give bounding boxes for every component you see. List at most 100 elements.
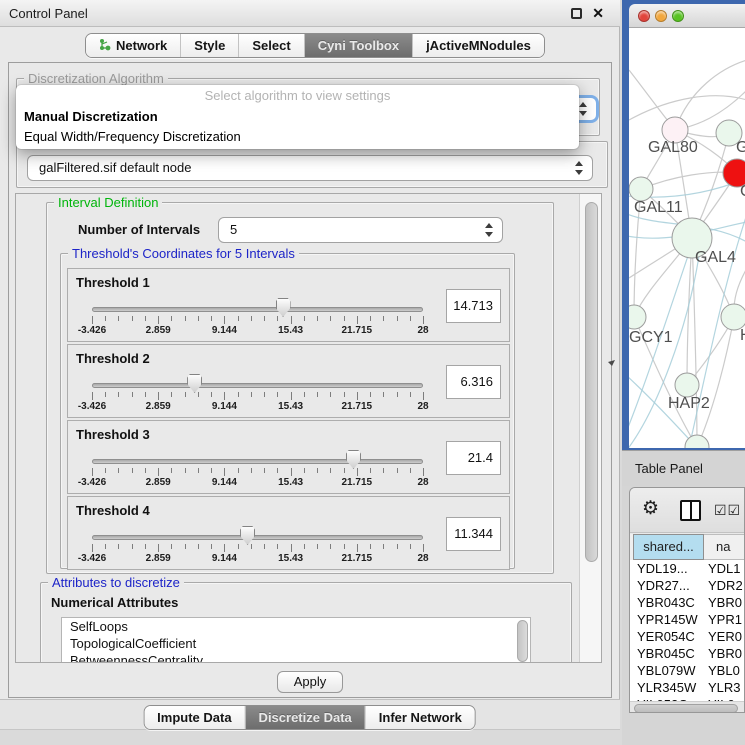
slider-tick: [277, 544, 278, 549]
slider-tick: [397, 468, 398, 473]
table-data-combobox[interactable]: galFiltered.sif default node: [27, 155, 593, 181]
table-row[interactable]: YDR27... YDR2: [630, 577, 745, 594]
table-row[interactable]: YDL19... YDL1: [630, 560, 745, 577]
slider-tick: [105, 468, 106, 473]
slider-tick: [92, 316, 93, 324]
threshold-slider-thumb[interactable]: [187, 374, 202, 393]
slider-tick: [264, 392, 265, 397]
select-columns-icon[interactable]: ☑☑: [714, 502, 741, 519]
float-window-icon[interactable]: [571, 8, 582, 19]
threshold-value-field[interactable]: 21.4: [446, 441, 501, 475]
slider-tick: [397, 544, 398, 549]
minimize-traffic-light[interactable]: [655, 10, 667, 22]
slider-tick: [397, 392, 398, 397]
attribute-list-item[interactable]: BetweennessCentrality: [62, 652, 530, 663]
apply-button[interactable]: Apply: [277, 671, 343, 693]
network-node-gcy1[interactable]: [629, 305, 646, 329]
tab-select[interactable]: Select: [238, 34, 303, 57]
tab-label: Infer Network: [379, 710, 462, 725]
numerical-attributes-list: SelfLoops TopologicalCoefficient Between…: [61, 617, 531, 663]
table-header-row: shared... na: [630, 534, 745, 560]
columns-icon[interactable]: [680, 500, 701, 521]
table-cell-name: YBR0: [708, 594, 742, 611]
slider-tick: [251, 392, 252, 397]
dropdown-item[interactable]: Manual Discretization: [16, 107, 579, 127]
slider-tick: [238, 316, 239, 321]
threshold-value-field[interactable]: 14.713: [446, 289, 501, 323]
attribute-list-item[interactable]: SelfLoops: [62, 618, 530, 635]
threshold-value-field[interactable]: 6.316: [446, 365, 501, 399]
slider-tick-label: 2.859: [146, 553, 171, 564]
column-header-name[interactable]: na: [704, 534, 745, 560]
tab-label: jActiveMNodules: [426, 38, 531, 53]
network-canvas[interactable]: GAL80GACGAL11GAL4GCY1HHAP2: [629, 28, 745, 448]
table-row[interactable]: YPR145W YPR1: [630, 611, 745, 628]
threshold-value-field[interactable]: 11.344: [446, 517, 501, 551]
tab-network[interactable]: Network: [86, 34, 180, 57]
slider-tick: [158, 544, 159, 552]
table-hscrollbar-thumb[interactable]: [634, 704, 738, 713]
bottom-tab-discretize-data[interactable]: Discretize Data: [245, 706, 365, 729]
slider-tick: [304, 316, 305, 321]
threshold-panel: Threshold 1 -3.4262.8599.14415.4321.7152…: [67, 268, 510, 342]
attributes-list-scrollbar[interactable]: [517, 620, 528, 662]
slider-tick: [198, 316, 199, 321]
close-window-icon[interactable]: ✕: [592, 5, 604, 22]
table-row[interactable]: YLR345W YLR3: [630, 679, 745, 696]
tab-label: Network: [116, 38, 167, 53]
threshold-slider-track[interactable]: [92, 459, 423, 464]
panel-scrollbar-thumb[interactable]: [585, 202, 598, 562]
bottom-tab-impute-data[interactable]: Impute Data: [144, 706, 244, 729]
tab-style[interactable]: Style: [180, 34, 238, 57]
dropdown-item[interactable]: Equal Width/Frequency Discretization: [16, 127, 579, 147]
close-traffic-light[interactable]: [638, 10, 650, 22]
network-node-gal11[interactable]: [629, 177, 653, 201]
slider-tick: [185, 544, 186, 549]
slider-tick: [423, 392, 424, 400]
bottom-tab-infer-network[interactable]: Infer Network: [365, 706, 475, 729]
threshold-slider-thumb[interactable]: [346, 450, 361, 469]
number-of-intervals-combobox[interactable]: 5: [218, 217, 503, 243]
slider-tick: [198, 392, 199, 397]
slider-tick: [383, 544, 384, 549]
column-header-shared-name[interactable]: shared...: [633, 534, 704, 560]
network-svg: GAL80GACGAL11GAL4GCY1HHAP2: [629, 28, 745, 448]
slider-tick: [344, 316, 345, 321]
node-label: GAL80: [648, 139, 698, 156]
thresholds-group-title: Threshold's Coordinates for 5 Intervals: [68, 246, 299, 261]
threshold-slider-track[interactable]: [92, 535, 423, 540]
gear-icon[interactable]: ⚙: [642, 497, 659, 520]
slider-tick: [410, 468, 411, 473]
settings-scroll-panel: Interval Definition Number of Intervals …: [15, 193, 602, 663]
node-label: GAL11: [634, 199, 683, 216]
tab-label: Cyni Toolbox: [318, 38, 399, 53]
slider-tick: [317, 392, 318, 397]
slider-tick: [158, 392, 159, 400]
threshold-slider-thumb[interactable]: [276, 298, 291, 317]
slider-tick-label: 21.715: [342, 401, 373, 412]
table-hscrollbar-track[interactable]: [630, 701, 745, 713]
tab-cyni-toolbox[interactable]: Cyni Toolbox: [304, 34, 412, 57]
table-row[interactable]: YER054C YER0: [630, 628, 745, 645]
table-row[interactable]: YBR045C YBR0: [630, 645, 745, 662]
tab-jactivemnodules[interactable]: jActiveMNodules: [412, 34, 544, 57]
node-label: H: [740, 327, 745, 344]
slider-tick: [344, 468, 345, 473]
threshold-slider-thumb[interactable]: [240, 526, 255, 545]
attribute-list-item[interactable]: TopologicalCoefficient: [62, 635, 530, 652]
network-node[interactable]: [685, 435, 709, 448]
zoom-traffic-light[interactable]: [672, 10, 684, 22]
algorithm-dropdown-popup: Select algorithm to view settings Manual…: [16, 85, 579, 149]
slider-tick-label: 15.43: [278, 477, 303, 488]
threshold-slider-track[interactable]: [92, 383, 423, 388]
slider-tick: [304, 544, 305, 549]
table-row[interactable]: YBR043C YBR0: [630, 594, 745, 611]
table-row[interactable]: YBL079W YBL0: [630, 662, 745, 679]
table-panel-header: Table Panel: [622, 450, 745, 486]
slider-tick: [410, 316, 411, 321]
network-node-hap2[interactable]: [675, 373, 699, 397]
threshold-slider-track[interactable]: [92, 307, 423, 312]
panel-scrollbar-track[interactable]: [579, 194, 602, 663]
table-cell-shared-name: YDR27...: [637, 577, 690, 594]
slider-tick: [264, 316, 265, 321]
